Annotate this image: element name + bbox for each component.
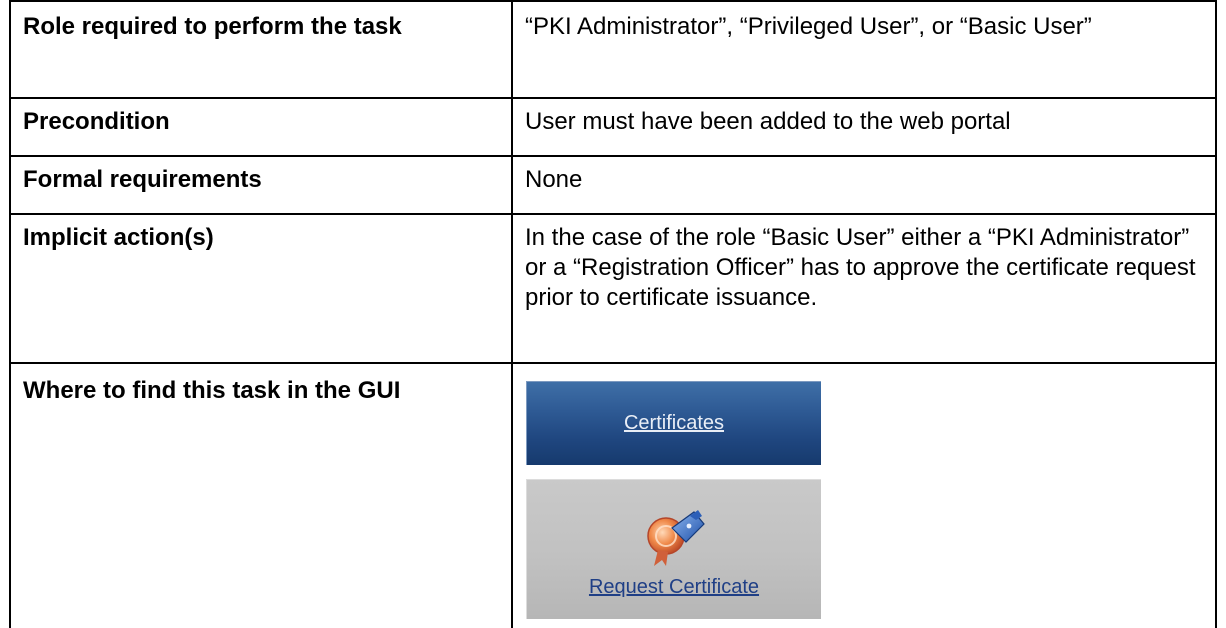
implicit-actions-label: Implicit action(s) [9,213,513,364]
gui-location-label: Where to find this task in the GUI [9,362,513,628]
task-table: Role required to perform the task “PKI A… [9,0,1217,628]
formal-requirements-value: None [511,155,1217,215]
precondition-label: Precondition [9,97,513,157]
table-row-gui-location: Where to find this task in the GUI Certi… [9,362,1217,628]
gui-location-value: Certificates Request Certificate [511,362,1217,628]
role-label: Role required to perform the task [9,0,513,99]
implicit-actions-value: In the case of the role “Basic User” eit… [511,213,1217,364]
certificates-button[interactable]: Certificates [526,381,821,465]
table-row-role: Role required to perform the task “PKI A… [9,0,1217,99]
table-row-precondition: Precondition User must have been added t… [9,97,1217,157]
certificate-request-icon [647,510,705,566]
formal-requirements-label: Formal requirements [9,155,513,215]
request-certificate-label: Request Certificate [588,576,760,598]
precondition-value: User must have been added to the web por… [511,97,1217,157]
table-row-formal-requirements: Formal requirements None [9,155,1217,215]
role-value: “PKI Administrator”, “Privileged User”, … [511,0,1217,99]
table-row-implicit-actions: Implicit action(s) In the case of the ro… [9,213,1217,364]
request-certificate-button[interactable]: Request Certificate [526,479,821,619]
